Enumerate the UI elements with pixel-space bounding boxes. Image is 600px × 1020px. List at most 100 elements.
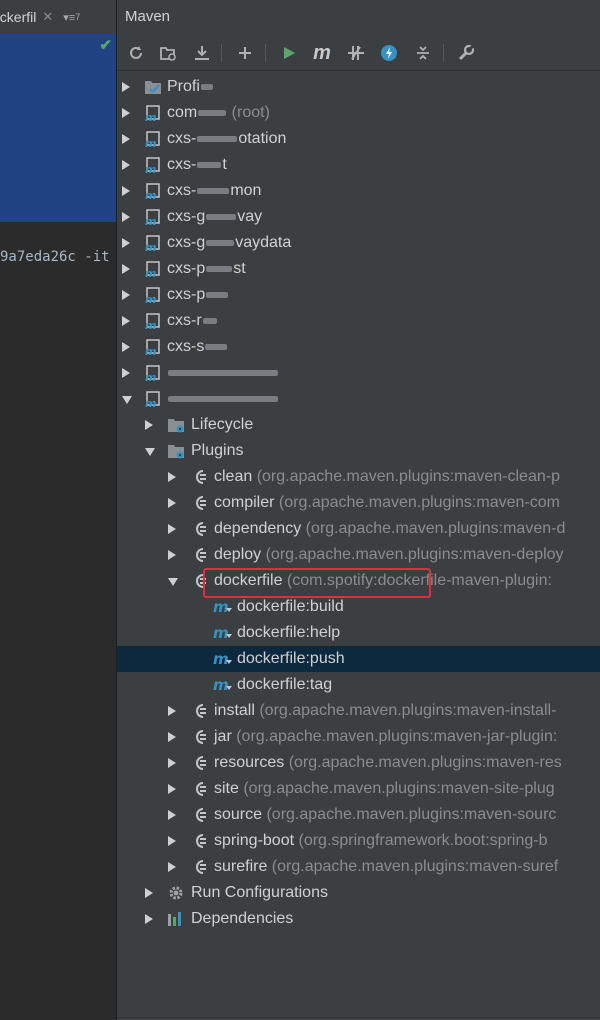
expand-arrow-icon[interactable] — [168, 706, 176, 716]
expand-arrow-icon[interactable] — [122, 316, 130, 326]
editor-tab[interactable]: ockerfil — [0, 9, 36, 25]
tree-item-module[interactable]: m cxs-s — [117, 334, 600, 360]
tree-item-goal[interactable]: m dockerfile:help — [117, 620, 600, 646]
toggle-offline-icon[interactable] — [345, 42, 367, 64]
expand-arrow-icon[interactable] — [145, 420, 153, 430]
expand-arrow-icon[interactable] — [122, 396, 132, 404]
expand-arrow-icon[interactable] — [122, 290, 130, 300]
plugin-name: dependency — [214, 520, 302, 537]
module-name-tail: t — [222, 156, 227, 173]
expand-arrow-icon[interactable] — [122, 160, 130, 170]
close-icon[interactable]: ✕ — [42, 9, 53, 25]
tab-list-menu-icon[interactable]: ▾≡ — [63, 11, 75, 24]
plugin-icon — [191, 754, 209, 772]
editor-selection — [0, 34, 116, 222]
tree-item-plugin[interactable]: resources (org.apache.maven.plugins:mave… — [117, 750, 600, 776]
tree-item-plugin[interactable]: dockerfile (com.spotify:dockerfile-maven… — [117, 568, 600, 594]
tree-item-goal[interactable]: m dockerfile:tag — [117, 672, 600, 698]
module-label: cxs-p — [167, 286, 229, 304]
tree-item-module[interactable]: m cxs-t — [117, 152, 600, 178]
expand-arrow-icon[interactable] — [168, 578, 178, 586]
expand-arrow-icon[interactable] — [168, 472, 176, 482]
svg-text:m: m — [213, 624, 229, 642]
tree-item-module[interactable]: m cxs-g vay — [117, 204, 600, 230]
redacted-text — [168, 369, 278, 376]
collapse-all-icon[interactable] — [412, 42, 434, 64]
tree-item-profiles[interactable]: Profi — [117, 74, 600, 100]
tree-item-plugin[interactable]: deploy (org.apache.maven.plugins:maven-d… — [117, 542, 600, 568]
tree-item-plugin[interactable]: jar (org.apache.maven.plugins:maven-jar-… — [117, 724, 600, 750]
plugin-label: resources (org.apache.maven.plugins:mave… — [214, 754, 562, 772]
expand-arrow-icon[interactable] — [122, 238, 130, 248]
tree-item-plugin[interactable]: surefire (org.apache.maven.plugins:maven… — [117, 854, 600, 880]
tree-item-module[interactable]: m cxs-p — [117, 282, 600, 308]
refresh-icon[interactable] — [125, 42, 147, 64]
tree-item-module[interactable]: m cxs-g vaydata — [117, 230, 600, 256]
expand-arrow-icon[interactable] — [122, 82, 130, 92]
expand-arrow-icon[interactable] — [145, 888, 153, 898]
expand-arrow-icon[interactable] — [122, 212, 130, 222]
tree-item-run-configurations[interactable]: Run Configurations — [117, 880, 600, 906]
module-name: cxs-g — [167, 234, 206, 251]
plugin-label: jar (org.apache.maven.plugins:maven-jar-… — [214, 728, 557, 746]
expand-arrow-icon[interactable] — [122, 134, 130, 144]
expand-arrow-icon[interactable] — [122, 342, 130, 352]
skip-tests-icon[interactable] — [378, 42, 400, 64]
tree-item-goal[interactable]: m dockerfile:build — [117, 594, 600, 620]
tree-item-plugins[interactable]: Plugins — [117, 438, 600, 464]
maven-module-icon: m — [144, 104, 162, 124]
tree-item-plugin[interactable]: install (org.apache.maven.plugins:maven-… — [117, 698, 600, 724]
expand-arrow-icon[interactable] — [168, 550, 176, 560]
expand-arrow-icon[interactable] — [168, 784, 176, 794]
settings-icon[interactable] — [455, 42, 477, 64]
expand-arrow-icon[interactable] — [168, 732, 176, 742]
tree-item-plugin[interactable]: compiler (org.apache.maven.plugins:maven… — [117, 490, 600, 516]
tree-item-module[interactable]: m — [117, 386, 600, 412]
redacted-text — [197, 187, 230, 194]
plugin-name: clean — [214, 468, 253, 485]
maven-module-icon: m — [144, 338, 162, 358]
profiles-folder-icon — [144, 78, 162, 96]
tree-item-lifecycle[interactable]: Lifecycle — [117, 412, 600, 438]
plugin-icon — [191, 858, 209, 876]
expand-arrow-icon[interactable] — [168, 524, 176, 534]
expand-arrow-icon[interactable] — [145, 448, 155, 456]
expand-arrow-icon[interactable] — [168, 810, 176, 820]
tree-item-module[interactable]: m com (root) — [117, 100, 600, 126]
tree-item-plugin[interactable]: clean (org.apache.maven.plugins:maven-cl… — [117, 464, 600, 490]
download-icon[interactable] — [191, 42, 213, 64]
tree-item-plugin[interactable]: site (org.apache.maven.plugins:maven-sit… — [117, 776, 600, 802]
expand-arrow-icon[interactable] — [122, 186, 130, 196]
expand-arrow-icon[interactable] — [122, 108, 130, 118]
module-label: cxs-r — [167, 312, 218, 330]
plugin-name: site — [214, 780, 239, 797]
plugin-name: resources — [214, 754, 285, 771]
expand-arrow-icon[interactable] — [168, 758, 176, 768]
tree-item-module[interactable]: m cxs-p st — [117, 256, 600, 282]
expand-arrow-icon[interactable] — [145, 914, 153, 924]
run-icon[interactable] — [278, 42, 300, 64]
tree-item-plugin[interactable]: spring-boot (org.springframework.boot:sp… — [117, 828, 600, 854]
tree-item-module[interactable]: m — [117, 360, 600, 386]
tree-item-goal[interactable]: m dockerfile:push — [117, 646, 600, 672]
maven-module-icon: m — [144, 364, 162, 384]
tree-item-plugin[interactable]: dependency (org.apache.maven.plugins:mav… — [117, 516, 600, 542]
maven-module-icon: m — [144, 156, 162, 176]
tree-item-module[interactable]: m cxs-otation — [117, 126, 600, 152]
redacted-text — [168, 395, 278, 402]
expand-arrow-icon[interactable] — [122, 368, 130, 378]
expand-arrow-icon[interactable] — [122, 264, 130, 274]
tree-item-module[interactable]: m cxs-mon — [117, 178, 600, 204]
tree-item-dependencies[interactable]: Dependencies — [117, 906, 600, 932]
maven-goal-icon[interactable]: m — [311, 42, 333, 64]
plugin-name: source — [214, 806, 263, 823]
add-icon[interactable] — [234, 42, 256, 64]
reimport-icon[interactable] — [157, 42, 179, 64]
redacted-text — [206, 213, 237, 220]
plugin-coordinates: (org.apache.maven.plugins:maven-deploy — [261, 546, 564, 563]
expand-arrow-icon[interactable] — [168, 862, 176, 872]
tree-item-plugin[interactable]: source (org.apache.maven.plugins:maven-s… — [117, 802, 600, 828]
expand-arrow-icon[interactable] — [168, 498, 176, 508]
expand-arrow-icon[interactable] — [168, 836, 176, 846]
tree-item-module[interactable]: m cxs-r — [117, 308, 600, 334]
